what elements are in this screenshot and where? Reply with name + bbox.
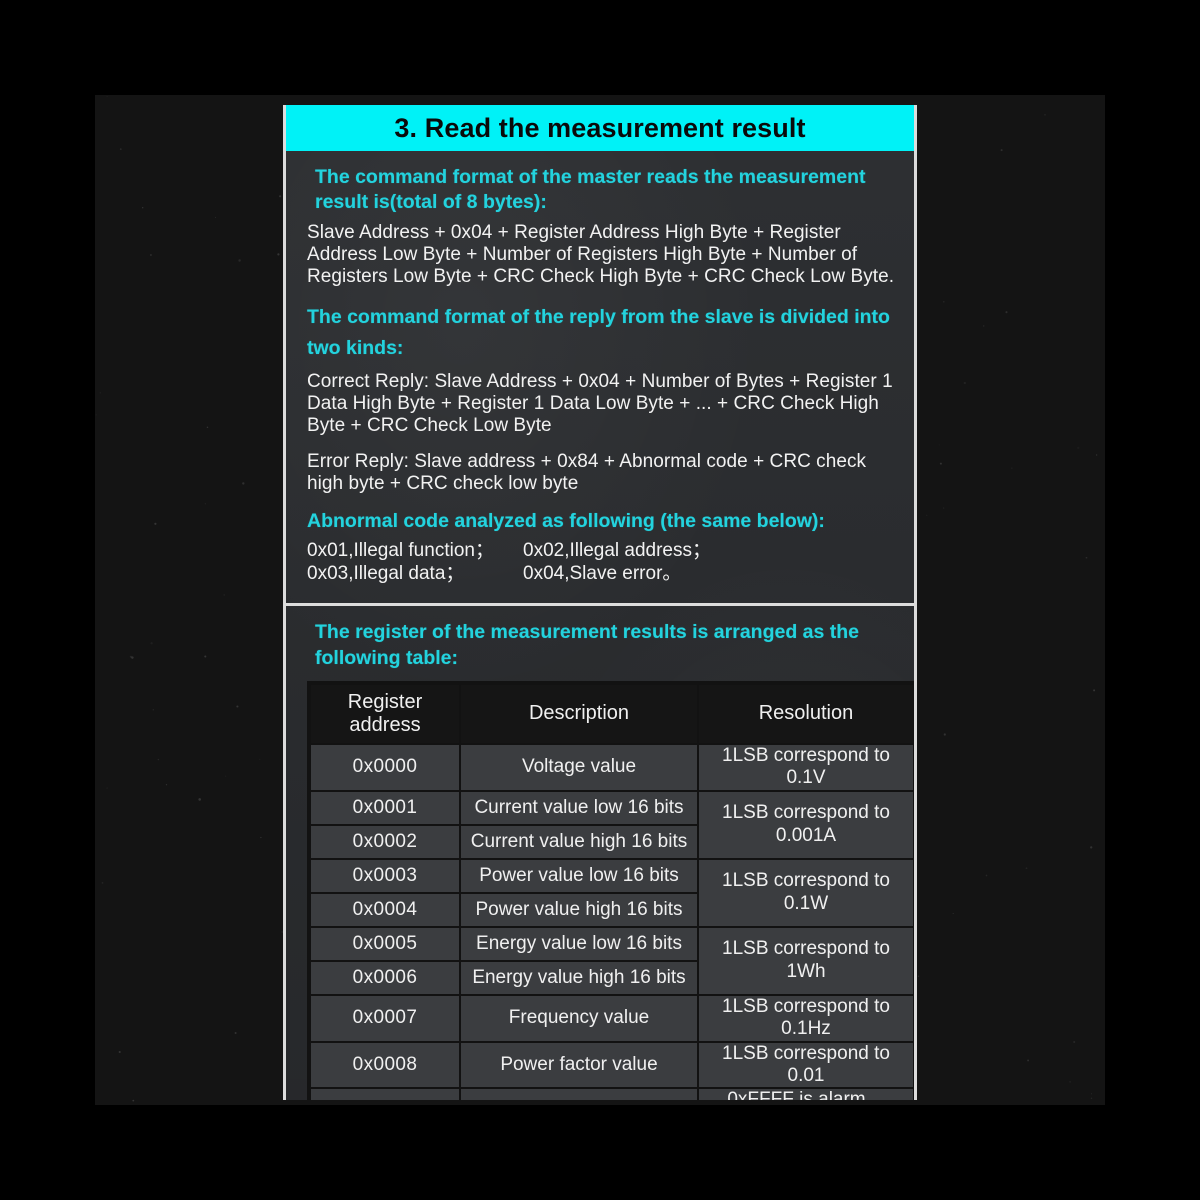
cell-description: Current value high 16 bits [461, 825, 697, 858]
table-row: 0x0009Alarm status0xFFFF is alarm，0x0000… [311, 1089, 913, 1100]
register-map-table: Register address Description Resolution … [307, 680, 914, 1100]
page-title: 3. Read the measurement result [394, 112, 806, 143]
cell-description: Frequency value [461, 995, 697, 1041]
column-header-resolution: Resolution [699, 684, 913, 743]
heading-register-table: The register of the measurement results … [315, 621, 860, 669]
table-header-row: Register address Description Resolution [311, 684, 913, 743]
abnormal-code-item: 0x01,Illegal function； [307, 540, 494, 562]
cell-register-address: 0x0007 [311, 995, 459, 1041]
table-body: 0x0000 Voltage value 1LSB correspond to 0.… [311, 744, 913, 1100]
column-header-register-address: Register address [311, 684, 459, 743]
cell-resolution: 1LSB correspond to 0.1Hz [699, 995, 913, 1041]
section-title-bar: 3. Read the measurement result [286, 105, 914, 151]
heading-slave-reply-format: The command format of the reply from the… [307, 305, 890, 360]
content-panel: 3. Read the measurement result The comma… [283, 105, 917, 1100]
paragraph-master-command-format: Slave Address + 0x04 + Register Address … [307, 221, 895, 287]
column-header-description: Description [461, 684, 697, 743]
cell-description: Voltage value [461, 744, 697, 790]
cell-resolution: 0xFFFF is alarm，0x0000is not alarm [699, 1089, 913, 1100]
paragraph-error-reply: Error Reply: Slave address + 0x84 + Abno… [307, 451, 867, 495]
cell-description: Current value low 16 bits [461, 791, 697, 824]
cell-register-address: 0x0008 [311, 1042, 459, 1088]
cell-description: Power value low 16 bits [461, 859, 697, 892]
cell-description: Power value high 16 bits [461, 893, 697, 926]
cell-resolution: 1LSB correspond to 0.001A [699, 791, 913, 858]
table-row: 0x0000 Voltage value 1LSB correspond to 0.… [311, 744, 913, 790]
abnormal-code-item: 0x02,Illegal address； [523, 540, 711, 562]
cell-description: Energy value high 16 bits [461, 961, 697, 994]
cell-register-address: 0x0009 [311, 1089, 459, 1100]
table-row: 0x0005 Energy value low 16 bits 1LSB corre… [311, 927, 913, 994]
table-row: 0x0003 Power value low 16 bits 1LSB corres… [311, 859, 913, 926]
abnormal-code-list: 0x01,Illegal function； 0x02,Illegal addr… [307, 540, 896, 585]
heading-abnormal-code: Abnormal code analyzed as following (the… [307, 510, 825, 533]
cell-description: Alarm status [461, 1089, 697, 1100]
abnormal-code-item: 0x04,Slave error。 [523, 562, 682, 584]
cell-resolution: 1LSB correspond to 0.1W [699, 859, 913, 926]
cell-register-address: 0x0001 [311, 791, 459, 824]
section-divider [286, 603, 914, 607]
cell-description: Power factor value [461, 1042, 697, 1088]
abnormal-code-item: 0x03,Illegal data； [307, 562, 465, 584]
cell-register-address: 0x0002 [311, 825, 459, 858]
cell-resolution: 1LSB correspond to 1Wh [699, 927, 913, 994]
table-row: 0x0008 Power factor value 1LSB correspond … [311, 1042, 913, 1088]
cell-register-address: 0x0000 [311, 744, 459, 790]
cell-register-address: 0x0004 [311, 893, 459, 926]
cell-register-address: 0x0006 [311, 961, 459, 994]
cell-resolution: 1LSB correspond to 0.01 [699, 1042, 913, 1088]
table-header: Register address Description Resolution [311, 684, 913, 743]
cell-resolution: 1LSB correspond to 0.1V [699, 744, 913, 790]
cell-register-address: 0x0005 [311, 927, 459, 960]
heading-master-command-format: The command format of the master reads t… [315, 166, 866, 214]
outer-frame: 3. Read the measurement result The comma… [95, 95, 1105, 1105]
register-table-section: The register of the measurement results … [286, 606, 914, 1100]
table-row: 0x0007 Frequency value 1LSB correspond to … [311, 995, 913, 1041]
paragraph-correct-reply: Correct Reply: Slave Address + 0x04 + Nu… [307, 370, 893, 436]
table-row: 0x0001 Current value low 16 bits 1LSB corr… [311, 791, 913, 858]
cell-register-address: 0x0003 [311, 859, 459, 892]
cell-description: Energy value low 16 bits [461, 927, 697, 960]
command-format-section: The command format of the master reads t… [286, 151, 914, 593]
